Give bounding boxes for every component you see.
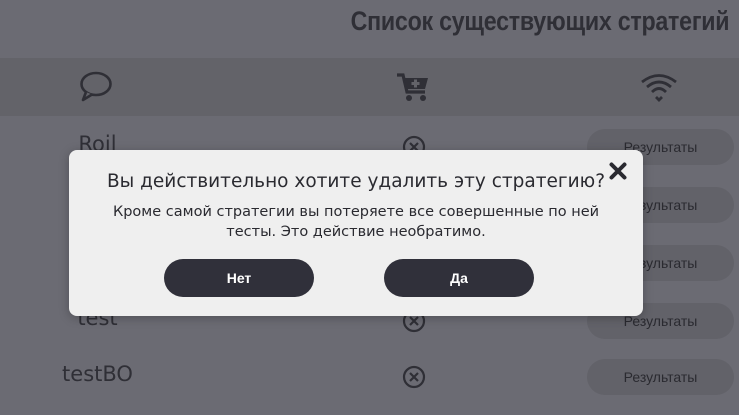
- delete-confirm-dialog: Вы действительно хотите удалить эту стра…: [69, 150, 643, 316]
- table-header: [0, 58, 739, 116]
- table-row: testBO Результаты: [0, 348, 739, 406]
- cart-plus-icon: [396, 72, 430, 106]
- comment-icon: [79, 70, 113, 106]
- dialog-title: Вы действительно хотите удалить эту стра…: [106, 171, 606, 192]
- dialog-message: Кроме самой стратегии вы потеряете все с…: [112, 204, 600, 240]
- yes-button[interactable]: Да: [384, 259, 534, 297]
- strategy-name: testBO: [62, 362, 133, 386]
- no-button[interactable]: Нет: [164, 259, 314, 297]
- delete-icon[interactable]: [402, 365, 426, 389]
- results-button[interactable]: Результаты: [587, 359, 734, 395]
- wifi-signal-icon: [640, 72, 678, 106]
- page-title: Список существующих стратегий: [350, 6, 729, 36]
